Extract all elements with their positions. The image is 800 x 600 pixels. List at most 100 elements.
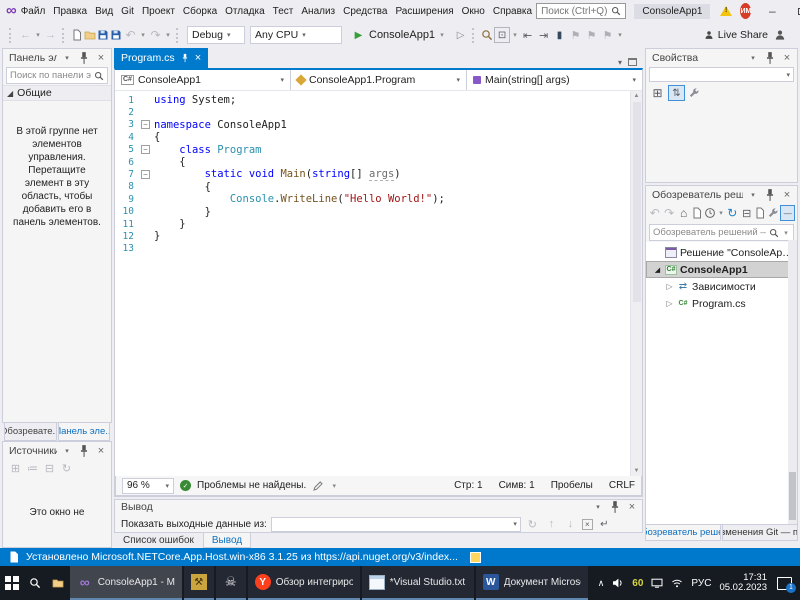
filter-caret-icon[interactable] xyxy=(717,205,724,221)
increase-indent-icon[interactable] xyxy=(536,27,551,43)
pending-changes-filter-icon[interactable] xyxy=(704,207,716,219)
fold-marker-icon[interactable] xyxy=(141,133,150,142)
menu-item[interactable]: Тест xyxy=(269,4,298,19)
collapse-all-icon[interactable] xyxy=(740,205,753,221)
fold-marker-icon[interactable] xyxy=(141,232,150,241)
refresh-icon[interactable] xyxy=(59,460,74,476)
clear-all-icon[interactable] xyxy=(581,518,593,530)
word-wrap-icon[interactable] xyxy=(597,516,612,532)
fold-marker-icon[interactable] xyxy=(141,120,150,130)
account-avatar[interactable]: ИМ xyxy=(740,3,752,19)
panel-tab[interactable]: Вывод xyxy=(202,533,252,548)
dock-tab[interactable]: Изменения Git — п... xyxy=(722,525,798,541)
home-icon[interactable] xyxy=(677,205,690,221)
pin-icon[interactable] xyxy=(77,51,91,65)
window-position-icon[interactable] xyxy=(591,500,605,514)
forward-icon[interactable] xyxy=(662,205,675,221)
close-icon[interactable] xyxy=(195,52,201,64)
panel-tab[interactable]: Список ошибок xyxy=(115,533,202,548)
fold-marker-icon[interactable] xyxy=(141,108,150,117)
properties-icon[interactable] xyxy=(767,207,779,219)
navigate-back-caret-icon[interactable] xyxy=(34,27,42,43)
navigate-forward-icon[interactable] xyxy=(43,27,58,43)
tree-item[interactable]: Решение "ConsoleApp1" (проекты: 1 из 1) xyxy=(646,244,797,261)
float-window-icon[interactable] xyxy=(628,58,637,66)
action-center-icon[interactable]: 1 xyxy=(777,576,796,593)
next-message-icon[interactable] xyxy=(563,516,578,532)
alphabetical-sort-icon[interactable] xyxy=(668,85,685,101)
tray-expand-icon[interactable] xyxy=(598,577,605,589)
taskbar-app-button[interactable]: Документ Microso... xyxy=(475,566,588,600)
configure-data-source-icon[interactable] xyxy=(42,460,57,476)
property-pages-icon[interactable] xyxy=(688,87,700,99)
fold-marker-icon[interactable] xyxy=(141,170,150,180)
categorized-view-icon[interactable] xyxy=(650,85,665,101)
window-position-icon[interactable] xyxy=(60,444,74,458)
menu-item[interactable]: Расширения xyxy=(391,4,457,19)
open-file-icon[interactable] xyxy=(84,29,96,41)
object-selector-dropdown[interactable]: ▾ xyxy=(649,67,794,82)
pin-icon[interactable] xyxy=(608,500,622,514)
spaces-indicator[interactable]: Пробелы xyxy=(551,480,593,491)
caret-column-indicator[interactable]: Симв: 1 xyxy=(499,480,535,491)
back-icon[interactable] xyxy=(648,205,661,221)
menu-item[interactable]: Анализ xyxy=(297,4,339,19)
type-dropdown[interactable]: ConsoleApp1.Program ▾ xyxy=(291,70,467,90)
language-indicator[interactable]: РУС xyxy=(691,578,711,589)
refresh-icon[interactable] xyxy=(525,516,540,532)
previous-bookmark-icon[interactable] xyxy=(568,27,583,43)
member-dropdown[interactable]: Main(string[] args) ▾ xyxy=(467,70,642,90)
previous-message-icon[interactable] xyxy=(544,516,559,532)
scroll-down-icon[interactable] xyxy=(631,466,642,476)
new-file-icon[interactable] xyxy=(71,29,83,41)
feedback-icon[interactable] xyxy=(774,29,786,41)
toolbox-group-header[interactable]: Общие xyxy=(3,85,111,101)
taskbar-app-button[interactable]: Обзор интегриров... xyxy=(247,566,360,600)
menu-item[interactable]: Справка xyxy=(489,4,536,19)
close-icon[interactable] xyxy=(780,51,794,65)
toolbar-grip[interactable] xyxy=(9,27,14,43)
close-icon[interactable] xyxy=(94,444,108,458)
undo-icon[interactable] xyxy=(123,27,138,43)
live-share-button[interactable]: Live Share xyxy=(704,29,768,41)
problems-status[interactable]: Проблемы не найдены. xyxy=(197,480,306,491)
close-icon[interactable] xyxy=(780,188,794,202)
toggle-bookmark-icon[interactable] xyxy=(552,27,567,43)
caret-line-indicator[interactable]: Стр: 1 xyxy=(454,480,482,491)
fold-marker-icon[interactable] xyxy=(141,220,150,229)
solution-name-badge[interactable]: ConsoleApp1 xyxy=(634,3,711,19)
preview-selected-items-icon[interactable] xyxy=(780,205,795,221)
start-debugging-button[interactable]: ConsoleApp1 xyxy=(347,25,450,45)
menu-item[interactable]: Вид xyxy=(91,4,117,19)
taskbar-app-button[interactable]: ConsoleApp1 - Mic... xyxy=(69,566,182,600)
redo-caret-icon[interactable] xyxy=(164,27,172,43)
navigate-back-icon[interactable] xyxy=(18,27,33,43)
solution-scrollbar[interactable] xyxy=(788,240,797,524)
toolbar-grip[interactable] xyxy=(176,27,181,43)
line-ending-indicator[interactable]: CRLF xyxy=(609,480,635,491)
fold-marker-icon[interactable] xyxy=(141,158,150,167)
menu-item[interactable]: Правка xyxy=(49,4,91,19)
tree-expander-icon[interactable] xyxy=(665,299,674,308)
dock-tab[interactable]: Обозревате... xyxy=(4,423,57,441)
window-position-icon[interactable] xyxy=(60,51,74,65)
file-explorer-button[interactable] xyxy=(46,566,69,600)
tree-expander-icon[interactable] xyxy=(665,282,674,291)
close-icon[interactable] xyxy=(625,500,639,514)
code-editor-surface[interactable]: 1using System;23namespace ConsoleApp14{5… xyxy=(115,91,642,476)
fold-marker-icon[interactable] xyxy=(141,145,150,155)
tree-item[interactable]: ConsoleApp1 xyxy=(646,261,797,278)
fold-marker-icon[interactable] xyxy=(141,96,150,105)
menu-item[interactable]: Сборка xyxy=(179,4,221,19)
save-icon[interactable] xyxy=(97,29,109,41)
tree-item[interactable]: Зависимости xyxy=(646,278,797,295)
display-icon[interactable] xyxy=(651,577,663,589)
save-all-icon[interactable] xyxy=(110,29,122,41)
pin-icon[interactable] xyxy=(763,188,777,202)
volume-icon[interactable] xyxy=(612,577,624,589)
toolbar-grip[interactable] xyxy=(472,27,477,43)
menu-item[interactable]: Окно xyxy=(458,4,489,19)
notification-warning-icon[interactable] xyxy=(720,6,733,16)
fold-marker-icon[interactable] xyxy=(141,182,150,191)
code-cleanup-icon[interactable] xyxy=(494,27,511,43)
